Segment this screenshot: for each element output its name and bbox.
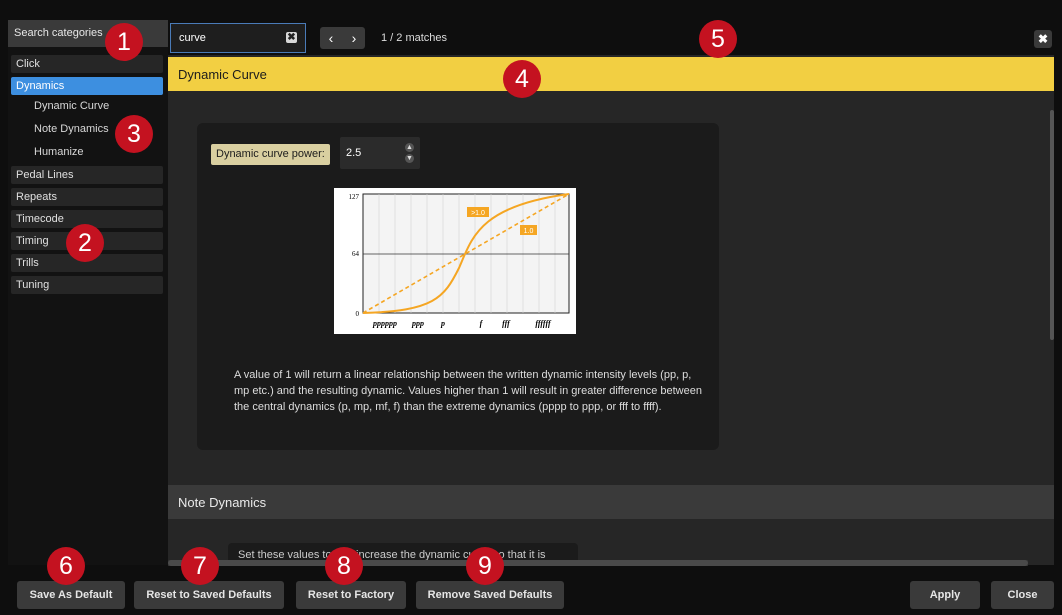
horizontal-scrollbar[interactable] (168, 560, 1028, 566)
category-sidebar: Search categories Click Dynamics Dynamic… (8, 20, 168, 565)
category-dynamics[interactable]: Dynamics (11, 77, 163, 95)
callout-1: 1 (105, 23, 143, 61)
callout-4: 4 (503, 60, 541, 98)
subcategory-dynamic-curve[interactable]: Dynamic Curve (34, 100, 109, 112)
dynamic-curve-card: Dynamic curve power: 2.5 ▲ ▼ 127 64 0 >1… (197, 123, 719, 450)
vertical-scrollbar[interactable] (1050, 110, 1054, 340)
curve-tag-high: >1.0 (471, 210, 485, 217)
curve-tag-linear: 1.0 (524, 228, 534, 235)
x-tick-pppppp: pppppp (372, 319, 397, 328)
section-heading-note-dynamics: Note Dynamics (168, 485, 1054, 519)
reset-to-factory-button[interactable]: Reset to Factory (296, 581, 406, 609)
category-pedal-lines[interactable]: Pedal Lines (11, 166, 163, 184)
find-input[interactable]: curve ✖ (170, 23, 306, 53)
search-categories-field[interactable]: Search categories (8, 20, 168, 47)
save-as-default-button[interactable]: Save As Default (17, 581, 125, 609)
subcategory-note-dynamics[interactable]: Note Dynamics (34, 123, 109, 135)
horizontal-scroll-thumb[interactable] (168, 560, 1028, 566)
spin-up-icon[interactable]: ▲ (405, 143, 414, 152)
subcategory-humanize[interactable]: Humanize (34, 146, 84, 158)
find-input-value: curve (179, 32, 206, 44)
callout-2: 2 (66, 224, 104, 262)
spin-down-icon[interactable]: ▼ (405, 154, 414, 163)
callout-5: 5 (699, 20, 737, 58)
options-panel: Dynamic Curve Dynamic curve power: 2.5 ▲… (168, 55, 1054, 565)
x-tick-ppp: ppp (411, 319, 424, 328)
callout-3: 3 (115, 115, 153, 153)
callout-9: 9 (466, 547, 504, 585)
close-find-button[interactable]: ✖ (1034, 30, 1052, 48)
y-tick-127: 127 (349, 193, 360, 201)
category-click[interactable]: Click (11, 55, 163, 73)
dynamic-curve-power-value: 2.5 (346, 147, 362, 159)
apply-button[interactable]: Apply (910, 581, 980, 609)
dynamic-curve-power-input[interactable]: 2.5 ▲ ▼ (340, 137, 420, 169)
dynamic-curve-description: A value of 1 will return a linear relati… (234, 369, 702, 413)
x-tick-p: p (440, 319, 445, 328)
category-tuning[interactable]: Tuning (11, 276, 163, 294)
callout-8: 8 (325, 547, 363, 585)
match-count: 1 / 2 matches (381, 32, 448, 44)
reset-to-saved-defaults-button[interactable]: Reset to Saved Defaults (134, 581, 284, 609)
next-match-button[interactable]: › (343, 27, 365, 49)
remove-saved-defaults-button[interactable]: Remove Saved Defaults (416, 581, 564, 609)
clear-icon[interactable]: ✖ (286, 32, 297, 43)
category-repeats[interactable]: Repeats (11, 188, 163, 206)
dynamic-curve-illustration: 127 64 0 >1.0 1.0 pppppp ppp p f fff fff… (334, 188, 576, 334)
x-tick-ffffff: ffffff (535, 319, 552, 328)
previous-match-button[interactable]: ‹ (320, 27, 342, 49)
x-tick-fff: fff (502, 319, 511, 328)
match-navigation: ‹ › (320, 27, 365, 49)
y-tick-64: 64 (352, 250, 360, 258)
callout-7: 7 (181, 547, 219, 585)
dynamic-curve-power-label: Dynamic curve power: (211, 144, 330, 165)
section-heading-dynamic-curve: Dynamic Curve (168, 57, 1054, 91)
callout-6: 6 (47, 547, 85, 585)
close-button[interactable]: Close (991, 581, 1054, 609)
y-tick-0: 0 (356, 310, 360, 318)
